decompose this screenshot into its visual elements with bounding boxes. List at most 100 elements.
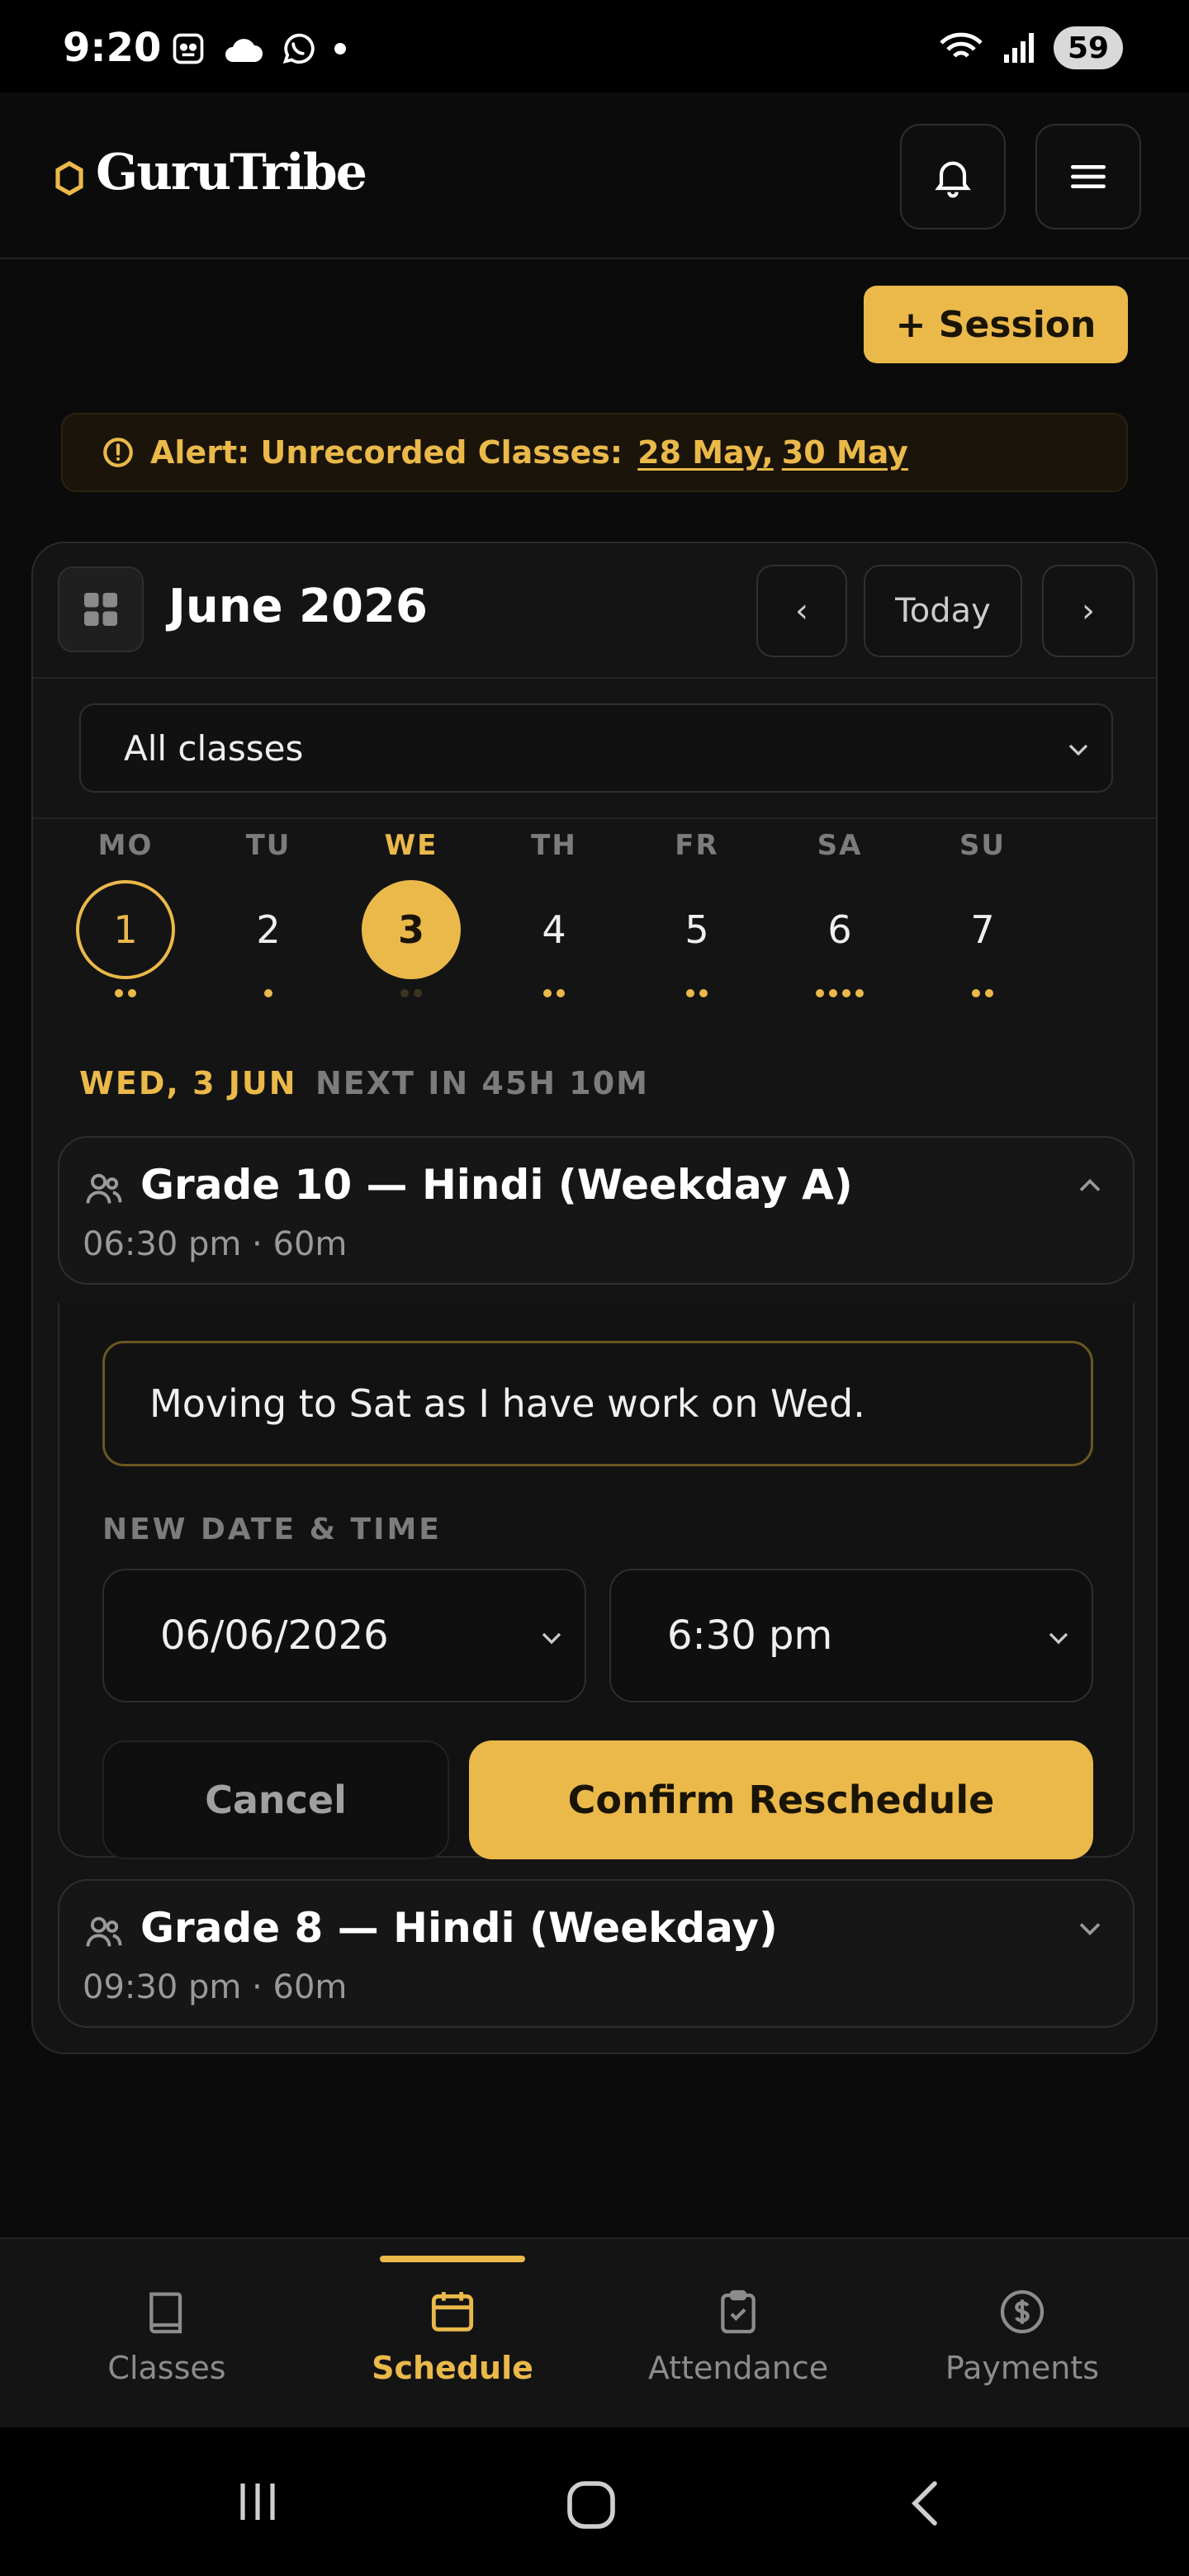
- day-of-week-label: SU: [959, 829, 1007, 862]
- users-icon: [86, 1916, 122, 1947]
- new-date-select[interactable]: 06/06/2026: [102, 1569, 586, 1702]
- tab-classes[interactable]: Classes: [18, 2239, 315, 2429]
- day-5[interactable]: FR 5: [647, 829, 746, 997]
- cancel-button[interactable]: Cancel: [102, 1740, 449, 1859]
- session-dot: [115, 989, 123, 997]
- tab-schedule[interactable]: Schedule: [304, 2239, 601, 2429]
- active-tab-indicator: [380, 2256, 525, 2262]
- new-date-value: 06/06/2026: [160, 1612, 389, 1659]
- notifications-button[interactable]: [900, 124, 1006, 230]
- view-toggle-button[interactable]: [58, 566, 144, 652]
- class-filter-value: All classes: [124, 727, 304, 769]
- brand-logo[interactable]: GuruTribe: [96, 144, 367, 201]
- class-title: Grade 10 — Hindi (Weekday A): [140, 1161, 853, 1209]
- day-4[interactable]: TH 4: [504, 829, 604, 997]
- home-icon[interactable]: [565, 2479, 618, 2531]
- session-dots: [933, 989, 1032, 997]
- class-title: Grade 8 — Hindi (Weekday): [140, 1904, 778, 1952]
- book-icon: [149, 2292, 182, 2334]
- selected-date-label: WED, 3 JUN: [79, 1065, 297, 1101]
- session-dots: [76, 989, 175, 997]
- new-date-time-label: NEW DATE & TIME: [102, 1513, 442, 1546]
- chevron-down-icon: [542, 1632, 561, 1645]
- day-7[interactable]: SU 7: [933, 829, 1032, 997]
- tab-label: Schedule: [372, 2350, 533, 2386]
- session-dot: [816, 989, 824, 997]
- session-dot: [128, 989, 136, 997]
- session-dot: [699, 989, 708, 997]
- chevron-up-icon[interactable]: [1072, 1167, 1108, 1204]
- session-dot: [686, 989, 694, 997]
- new-time-value: 6:30 pm: [667, 1612, 833, 1659]
- class-card-grade10[interactable]: Grade 10 — Hindi (Weekday A) 06:30 pm · …: [58, 1136, 1135, 1285]
- alert-circle-icon: [103, 438, 133, 467]
- day-1[interactable]: MO 1: [76, 829, 175, 997]
- status-system-icons: 59: [938, 26, 1123, 69]
- tab-label: Classes: [107, 2350, 226, 2386]
- dollar-circle-icon: [1000, 2290, 1045, 2334]
- menu-button[interactable]: [1035, 124, 1141, 230]
- day-of-week-label: TH: [531, 829, 577, 862]
- day-2[interactable]: TU 2: [219, 829, 318, 997]
- day-of-week-label: FR: [675, 829, 719, 862]
- next-session-countdown: NEXT IN 45H 10M: [315, 1065, 649, 1101]
- class-filter-select[interactable]: All classes: [79, 703, 1113, 793]
- alert-date-link-2[interactable]: 30 May: [782, 434, 908, 471]
- month-title: June 2026: [168, 580, 428, 633]
- clipboard-check-icon: [721, 2290, 756, 2334]
- session-dot: [842, 989, 850, 997]
- day-number[interactable]: 5: [647, 880, 746, 979]
- session-dot: [264, 989, 272, 997]
- day-number[interactable]: 6: [790, 880, 889, 979]
- alert-date-link-1[interactable]: 28 May,: [637, 434, 774, 471]
- bottom-navigation: Classes Schedule Attendance Payments: [0, 2237, 1189, 2427]
- battery-icon: 59: [1054, 26, 1123, 69]
- session-dots: [219, 989, 318, 997]
- add-session-button[interactable]: + Session: [864, 286, 1128, 363]
- new-time-select[interactable]: 6:30 pm: [609, 1569, 1093, 1702]
- reschedule-reason-input[interactable]: Moving to Sat as I have work on Wed.: [102, 1341, 1093, 1466]
- signal-icon: [1004, 33, 1034, 63]
- confirm-reschedule-button[interactable]: Confirm Reschedule: [469, 1740, 1093, 1859]
- divider: [33, 677, 1156, 679]
- day-number[interactable]: 7: [933, 880, 1032, 979]
- divider: [33, 817, 1156, 819]
- session-dots: [647, 989, 746, 997]
- day-of-week-label: TU: [245, 829, 291, 862]
- day-number[interactable]: 1: [76, 880, 175, 979]
- day-number[interactable]: 3: [362, 880, 461, 979]
- wifi-icon: [940, 32, 983, 58]
- chevron-down-icon[interactable]: [1072, 1911, 1108, 1947]
- status-bar: 9:20 59: [0, 0, 1189, 92]
- day-number[interactable]: 4: [504, 880, 604, 979]
- session-dot: [557, 989, 565, 997]
- day-3[interactable]: WE 3: [362, 829, 461, 997]
- day-of-week-label: SA: [817, 829, 863, 862]
- tab-attendance[interactable]: Attendance: [590, 2239, 887, 2429]
- day-number[interactable]: 2: [219, 880, 318, 979]
- day-6[interactable]: SA 6: [790, 829, 889, 997]
- tab-label: Attendance: [647, 2350, 829, 2386]
- session-dots: [362, 989, 461, 997]
- app-header: GuruTribe: [0, 92, 1189, 259]
- session-dot: [829, 989, 837, 997]
- calendar-icon: [431, 2292, 474, 2332]
- alert-text: Alert: Unrecorded Classes:: [150, 434, 623, 471]
- class-time: 06:30 pm · 60m: [83, 1225, 348, 1263]
- system-navigation-bar: [0, 2427, 1189, 2576]
- screenshot-icon: [173, 33, 204, 64]
- session-dot: [414, 989, 422, 997]
- bell-icon: [935, 161, 971, 198]
- session-dot: [985, 989, 993, 997]
- tab-payments[interactable]: Payments: [874, 2239, 1171, 2429]
- prev-month-button[interactable]: ‹: [756, 565, 847, 657]
- day-of-week-label: WE: [384, 829, 438, 862]
- recent-apps-icon[interactable]: [233, 2477, 282, 2526]
- session-dot: [400, 989, 409, 997]
- class-card-grade8[interactable]: Grade 8 — Hindi (Weekday) 09:30 pm · 60m: [58, 1879, 1135, 2028]
- tab-label: Payments: [945, 2350, 1100, 2386]
- chevron-down-icon: [1049, 1632, 1068, 1645]
- back-icon[interactable]: [902, 2477, 948, 2530]
- next-month-button[interactable]: ›: [1042, 565, 1135, 657]
- today-button[interactable]: Today: [864, 565, 1022, 657]
